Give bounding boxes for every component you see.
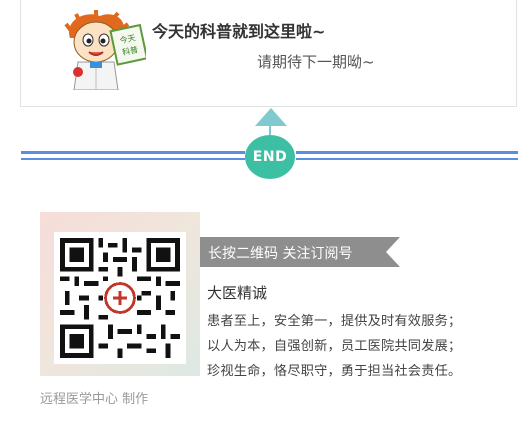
org-name: 大医精诚 <box>207 284 268 302</box>
motto-line: 珍视生命，恪尽职守，勇于担当社会责任。 <box>207 364 462 379</box>
doctor-mascot-icon: 今天 科普 <box>64 10 146 90</box>
footer-subtitle: 请期待下一期呦~ <box>257 53 375 71</box>
motto-line: 患者至上，安全第一，提供及时有效服务； <box>207 314 462 329</box>
divider-line-right <box>296 151 518 154</box>
divider-line-left-thin <box>21 158 245 160</box>
qr-code[interactable] <box>54 232 186 364</box>
ribbon-label: 长按二维码 关注订阅号 <box>208 246 353 262</box>
motto-line: 以人为本，自强创新，员工医院共同发展； <box>207 339 462 354</box>
qr-frame <box>40 212 200 376</box>
divider-line-right-thin <box>296 158 518 160</box>
up-arrow-icon <box>255 108 287 126</box>
footer-title: 今天的科普就到这里啦~ <box>152 22 326 41</box>
qr-code-icon <box>60 238 180 358</box>
maker-credit: 远程医学中心 制作 <box>40 392 149 407</box>
divider-line-left <box>21 151 245 154</box>
end-badge: END <box>245 135 295 179</box>
